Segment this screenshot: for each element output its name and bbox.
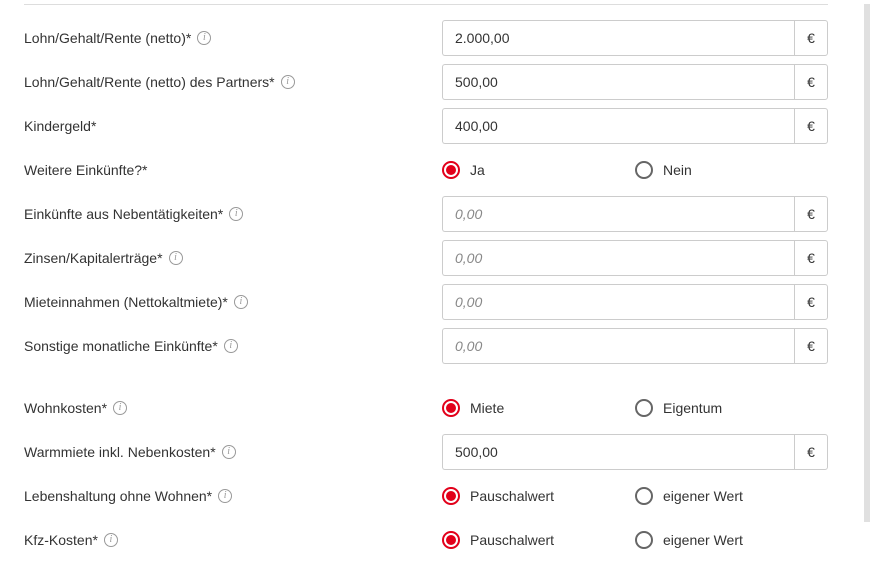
info-icon[interactable]: i [229,207,243,221]
info-icon[interactable]: i [222,445,236,459]
radio-lebenshaltung-eigener[interactable]: eigener Wert [635,487,828,505]
info-icon[interactable]: i [169,251,183,265]
row-weitere-einkuenfte: Weitere Einkünfte?* Ja Nein [24,149,828,191]
radio-label-pauschal: Pauschalwert [470,532,554,548]
radio-icon [442,487,460,505]
row-kfz: Kfz-Kosten* i Pauschalwert eigener Wert [24,519,828,561]
label-kfz: Kfz-Kosten* [24,532,98,548]
radio-label-miete: Miete [470,400,504,416]
input-lohn-partner[interactable] [442,64,794,100]
radio-icon [442,161,460,179]
label-lohn-partner: Lohn/Gehalt/Rente (netto) des Partners* [24,74,275,90]
currency-suffix: € [794,434,828,470]
label-lohn-self: Lohn/Gehalt/Rente (netto)* [24,30,191,46]
row-lebenshaltung: Lebenshaltung ohne Wohnen* i Pauschalwer… [24,475,828,517]
radio-kfz-pauschal[interactable]: Pauschalwert [442,531,635,549]
currency-suffix: € [794,196,828,232]
label-weitere-einkuenfte: Weitere Einkünfte?* [24,162,147,178]
radio-icon [635,531,653,549]
radio-icon [442,531,460,549]
radio-label-pauschal: Pauschalwert [470,488,554,504]
radio-weitere-nein[interactable]: Nein [635,161,828,179]
radio-label-ja: Ja [470,162,485,178]
row-mieteinnahmen: Mieteinnahmen (Nettokaltmiete)* i € [24,281,828,323]
currency-suffix: € [794,108,828,144]
radio-lebenshaltung-pauschal[interactable]: Pauschalwert [442,487,635,505]
label-lebenshaltung: Lebenshaltung ohne Wohnen* [24,488,212,504]
row-nebentaetigkeiten: Einkünfte aus Nebentätigkeiten* i € [24,193,828,235]
section-divider-top [24,4,828,5]
label-mieteinnahmen: Mieteinnahmen (Nettokaltmiete)* [24,294,228,310]
currency-suffix: € [794,20,828,56]
radio-icon [442,399,460,417]
input-nebentaetigkeiten[interactable] [442,196,794,232]
info-icon[interactable]: i [234,295,248,309]
info-icon[interactable]: i [218,489,232,503]
radio-icon [635,399,653,417]
info-icon[interactable]: i [197,31,211,45]
currency-suffix: € [794,64,828,100]
input-sonstige[interactable] [442,328,794,364]
label-warmmiete: Warmmiete inkl. Nebenkosten* [24,444,216,460]
currency-suffix: € [794,240,828,276]
row-warmmiete: Warmmiete inkl. Nebenkosten* i € [24,431,828,473]
row-wohnkosten: Wohnkosten* i Miete Eigentum [24,387,828,429]
radio-label-nein: Nein [663,162,692,178]
row-zinsen: Zinsen/Kapitalerträge* i € [24,237,828,279]
input-warmmiete[interactable] [442,434,794,470]
label-sonstige: Sonstige monatliche Einkünfte* [24,338,218,354]
currency-suffix: € [794,284,828,320]
radio-weitere-ja[interactable]: Ja [442,161,635,179]
label-zinsen: Zinsen/Kapitalerträge* [24,250,163,266]
input-kindergeld[interactable] [442,108,794,144]
info-icon[interactable]: i [224,339,238,353]
row-lohn-self: Lohn/Gehalt/Rente (netto)* i € [24,17,828,59]
input-lohn-self[interactable] [442,20,794,56]
radio-label-eigentum: Eigentum [663,400,722,416]
input-mieteinnahmen[interactable] [442,284,794,320]
label-wohnkosten: Wohnkosten* [24,400,107,416]
input-zinsen[interactable] [442,240,794,276]
info-icon[interactable]: i [113,401,127,415]
currency-suffix: € [794,328,828,364]
radio-wohnkosten-miete[interactable]: Miete [442,399,635,417]
row-sonstige: Sonstige monatliche Einkünfte* i € [24,325,828,367]
label-kindergeld: Kindergeld* [24,118,96,134]
info-icon[interactable]: i [104,533,118,547]
radio-label-eigener: eigener Wert [663,488,743,504]
radio-label-eigener: eigener Wert [663,532,743,548]
radio-icon [635,487,653,505]
info-icon[interactable]: i [281,75,295,89]
radio-wohnkosten-eigentum[interactable]: Eigentum [635,399,828,417]
label-nebentaetigkeiten: Einkünfte aus Nebentätigkeiten* [24,206,223,222]
row-lohn-partner: Lohn/Gehalt/Rente (netto) des Partners* … [24,61,828,103]
radio-kfz-eigener[interactable]: eigener Wert [635,531,828,549]
radio-icon [635,161,653,179]
row-kindergeld: Kindergeld* € [24,105,828,147]
